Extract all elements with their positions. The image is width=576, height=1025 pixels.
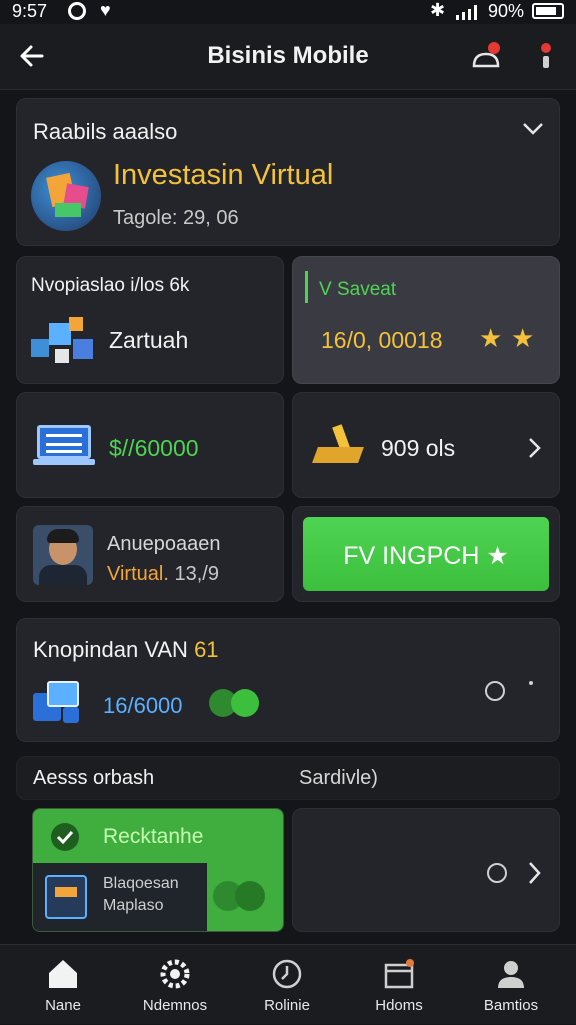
- accent-bar: [305, 271, 308, 303]
- home-icon: [49, 960, 77, 988]
- check-icon: [51, 823, 79, 851]
- card1-title: Zartuah: [109, 327, 189, 353]
- section-title: Raabils aaalso: [33, 119, 178, 144]
- section2-right-label[interactable]: Sardivle): [299, 767, 378, 790]
- promo-title: Recktanhe: [103, 825, 204, 848]
- chat-bubbles-icon: [209, 687, 263, 717]
- section2-header: Aesss orbash Sardivle): [16, 756, 560, 800]
- battery-icon: [532, 3, 564, 19]
- star-icon: ★: [479, 323, 503, 353]
- avatar: [33, 525, 93, 585]
- more-options-icon[interactable]: [536, 42, 556, 74]
- radio-icon[interactable]: [485, 681, 505, 701]
- bottom-nav: Nane Ndemnos Rolinie Hdoms Bamtios: [0, 944, 576, 1024]
- primary-action-label: FV INGPCH ★: [343, 542, 509, 570]
- grid-card-3[interactable]: $//60000: [16, 392, 284, 498]
- nav-label: Nane: [45, 997, 81, 1014]
- featured-card[interactable]: Raabils aaalso Investasin Virtual Tagole…: [16, 98, 560, 246]
- heart-icon: ♥: [100, 0, 111, 20]
- battery-percent: 90%: [488, 1, 525, 21]
- card3-value: $//60000: [109, 435, 199, 461]
- knopindan-card[interactable]: Knopindan VAN 61 16/6000: [16, 618, 560, 742]
- primary-action-button[interactable]: FV INGPCH ★: [303, 517, 549, 591]
- star-icon: ★: [511, 323, 535, 353]
- chevron-right-icon[interactable]: [527, 437, 543, 459]
- promo-line2: Maplaso: [103, 897, 164, 914]
- gold-stack-icon: [312, 424, 365, 469]
- cubes-icon: [31, 315, 95, 367]
- chevron-down-icon[interactable]: [521, 121, 545, 137]
- app-bar: Bisinis Mobile: [0, 24, 576, 90]
- nav-item-settings[interactable]: Ndemnos: [120, 945, 230, 1025]
- radio-icon[interactable]: [487, 863, 507, 883]
- nav-item-documents[interactable]: Hdoms: [344, 945, 454, 1025]
- promo-side: [207, 863, 283, 931]
- nav-label: Bamtios: [483, 997, 539, 1014]
- grid-card-1[interactable]: Nvopiaslao i/los 6k Zartuah: [16, 256, 284, 384]
- status-time: 9:57: [12, 1, 48, 21]
- promo-body: Blaqoesan Maplaso: [33, 863, 207, 931]
- gear-icon: [160, 959, 190, 989]
- user-icon: [498, 961, 524, 988]
- dot-icon: [529, 681, 533, 685]
- nav-item-home[interactable]: Nane: [8, 945, 118, 1025]
- chevron-right-icon[interactable]: [527, 861, 543, 885]
- knopindan-title: Knopindan VAN 61: [33, 637, 219, 662]
- nav-label: Ndemnos: [142, 997, 208, 1014]
- card5-line2-value: 13,/9: [174, 563, 219, 585]
- card2-label: V Saveat: [319, 279, 397, 300]
- nav-label: Rolinie: [264, 997, 310, 1014]
- laptop-icon: [33, 425, 95, 467]
- star-icon: ★: [479, 542, 509, 570]
- promo-header: Recktanhe: [33, 809, 283, 863]
- notification-icon[interactable]: [470, 40, 504, 72]
- grid-card-6: FV INGPCH ★: [292, 506, 560, 602]
- promo-line1: Blaqoesan: [103, 875, 179, 892]
- grid-card-5[interactable]: Anuepoaaen Virtual. 13,/9: [16, 506, 284, 602]
- card2-value: 16/0, 00018: [321, 327, 443, 353]
- location-icon: [68, 2, 86, 20]
- nav-item-activity[interactable]: Rolinie: [232, 945, 342, 1025]
- document-icon: [45, 875, 87, 919]
- card4-value: 909 ols: [381, 435, 456, 461]
- featured-title: Investasin Virtual: [113, 159, 334, 191]
- card5-line1: Anuepoaaen: [107, 533, 221, 555]
- section2-left-label: Aesss orbash: [33, 767, 155, 789]
- card5-line2-highlight: Virtual.: [107, 563, 169, 585]
- cards-icon: [33, 681, 83, 725]
- grid-card-2[interactable]: V Saveat 16/0, 00018 ★ ★: [292, 256, 560, 384]
- nav-item-profile[interactable]: Bamtios: [456, 945, 566, 1025]
- knopindan-value: 16/6000: [103, 693, 183, 718]
- status-bar: 9:57 ♥ ✱ 90%: [0, 0, 576, 24]
- grid-card-4[interactable]: 909 ols: [292, 392, 560, 498]
- nav-label: Hdoms: [375, 997, 423, 1014]
- secondary-card[interactable]: [292, 808, 560, 932]
- card1-label: Nvopiaslao i/los 6k: [31, 275, 190, 296]
- clock-icon: [272, 959, 302, 989]
- featured-subtitle: Tagole: 29, 06: [113, 207, 239, 229]
- card5-line2: Virtual. 13,/9: [107, 563, 219, 586]
- chat-bubble-icon: [235, 881, 265, 911]
- bluetooth-icon: ✱: [430, 0, 446, 20]
- promo-card[interactable]: Recktanhe Blaqoesan Maplaso: [32, 808, 284, 932]
- signal-icon: [456, 5, 477, 20]
- box-icon: [384, 959, 414, 989]
- investment-illustration: [31, 161, 101, 231]
